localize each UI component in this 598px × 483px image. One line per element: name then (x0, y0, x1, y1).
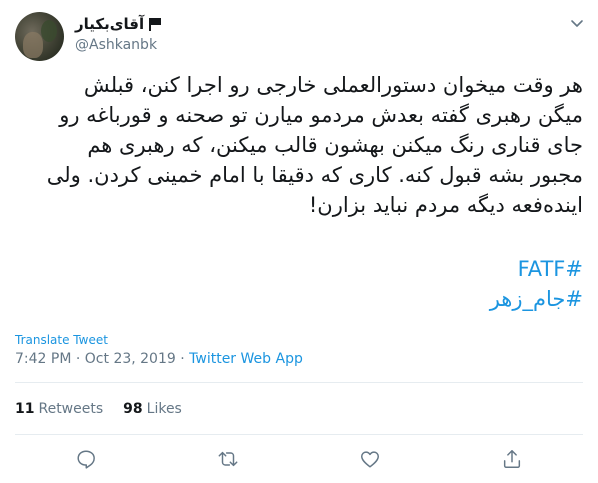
tweet-time[interactable]: 7:42 PM (15, 351, 71, 367)
avatar-foliage (41, 20, 57, 42)
tweet-source-link[interactable]: Twitter Web App (189, 351, 303, 367)
likes-stat[interactable]: 98 Likes (123, 401, 182, 417)
tweet-text: هر وقت میخوان دستورالعملی خارجی رو اجرا … (46, 73, 583, 217)
display-name: آقای‌بکیار (75, 15, 145, 33)
tweet-card: آقای‌بکیار @Ashkanbk هر وقت میخوان دستور… (0, 0, 598, 483)
hashtags: #FATF #جام_زهر (15, 254, 583, 314)
flag-icon (148, 17, 162, 31)
likes-label: Likes (146, 401, 182, 417)
avatar[interactable] (15, 12, 64, 61)
likes-count: 98 (123, 401, 143, 417)
tweet-meta: 7:42 PM · Oct 23, 2019 · Twitter Web App (15, 351, 303, 367)
meta-separator: · (75, 351, 81, 367)
user-handle[interactable]: @Ashkanbk (75, 37, 162, 53)
divider (15, 382, 583, 383)
chevron-down-icon[interactable] (569, 15, 585, 31)
tweet-date[interactable]: Oct 23, 2019 (85, 351, 176, 367)
meta-separator: · (180, 351, 185, 367)
hashtag-link[interactable]: #جام_زهر (15, 284, 583, 314)
user-names: آقای‌بکیار @Ashkanbk (75, 14, 162, 53)
divider (15, 434, 583, 435)
retweet-icon[interactable] (217, 448, 239, 470)
retweets-label: Retweets (38, 401, 104, 417)
heart-icon[interactable] (359, 448, 381, 470)
tweet-header: آقای‌بکیار @Ashkanbk (15, 12, 585, 61)
tweet-actions (15, 446, 583, 474)
hashtag-link[interactable]: #FATF (15, 254, 583, 284)
share-icon[interactable] (501, 448, 523, 470)
tweet-stats: 11 Retweets 98 Likes (15, 401, 182, 417)
retweets-stat[interactable]: 11 Retweets (15, 401, 103, 417)
retweets-count: 11 (15, 401, 35, 417)
translate-tweet-link[interactable]: Translate Tweet (15, 333, 108, 347)
display-name-row[interactable]: آقای‌بکیار (75, 14, 162, 34)
avatar-figure (23, 32, 43, 58)
reply-icon[interactable] (75, 448, 97, 470)
